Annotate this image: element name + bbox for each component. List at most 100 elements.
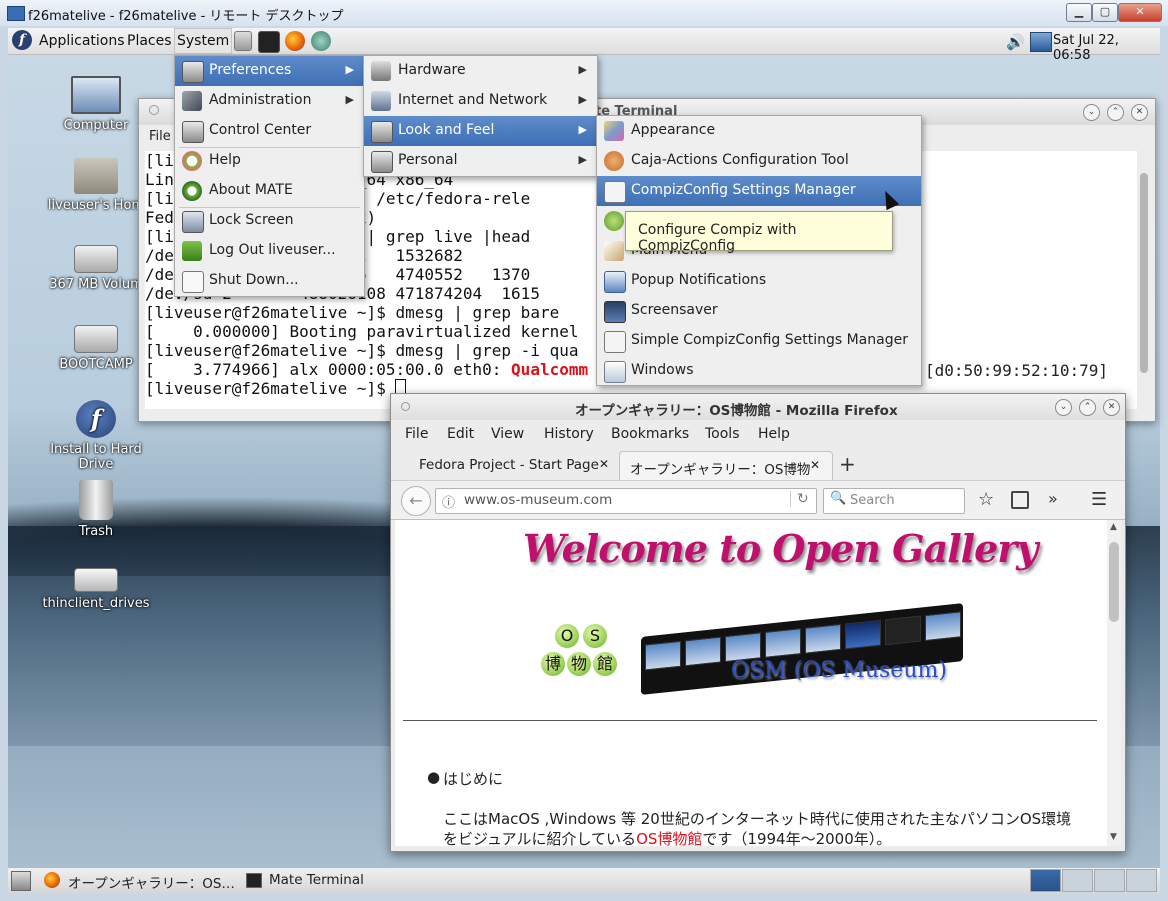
file-manager-launcher-icon[interactable] xyxy=(234,31,252,51)
terminal-launcher-icon[interactable] xyxy=(258,31,280,53)
workspace-1[interactable] xyxy=(1030,869,1061,892)
submenu-arrow-icon: ▶ xyxy=(345,93,354,106)
menu-item-look-and-feel[interactable]: Look and Feel ▶ xyxy=(364,116,597,146)
page-content: Welcome to Open Gallery O S 博 物 館 OSM (O… xyxy=(395,520,1107,846)
menu-help[interactable]: Help xyxy=(758,426,790,442)
taskbar-firefox[interactable]: オープンギャラリー：OS… xyxy=(40,870,236,892)
network-status-icon[interactable] xyxy=(1030,32,1052,52)
window-menu-icon[interactable] xyxy=(149,105,159,115)
tab-label: オープンギャラリー：OS博物 xyxy=(630,462,811,478)
tab-os-museum[interactable]: オープンギャラリー：OS博物 ✕ xyxy=(619,451,833,480)
menu-item-caja-actions[interactable]: Caja-Actions Configuration Tool xyxy=(597,146,921,176)
menu-item-popup-notifications[interactable]: Popup Notifications xyxy=(597,266,921,296)
overflow-icon[interactable]: » xyxy=(1048,489,1058,508)
menu-item-about[interactable]: About MATE xyxy=(175,176,364,206)
drive-icon xyxy=(74,245,118,273)
maximize-button[interactable]: ⌃ xyxy=(1079,399,1096,416)
library-icon[interactable] xyxy=(1011,491,1029,509)
close-button[interactable]: ✕ xyxy=(1131,104,1148,121)
clock[interactable]: Sat Jul 22, 06:58 xyxy=(1053,33,1160,63)
scroll-up-icon[interactable]: ▲ xyxy=(1110,522,1117,532)
workspace-4[interactable] xyxy=(1126,869,1157,892)
applications-menu[interactable]: Applications xyxy=(39,33,125,49)
scrollbar-thumb[interactable] xyxy=(1109,542,1119,622)
fedora-logo-icon[interactable]: f xyxy=(12,30,32,50)
terminal-menu-file[interactable]: File xyxy=(149,129,171,144)
menu-item-label: Hardware xyxy=(398,62,466,78)
system-menu[interactable]: System xyxy=(177,33,229,49)
places-menu[interactable]: Places xyxy=(127,33,172,49)
menu-item-log-out[interactable]: Log Out liveuser... xyxy=(175,236,364,266)
search-placeholder[interactable]: Search xyxy=(850,493,895,508)
menu-bookmarks[interactable]: Bookmarks xyxy=(611,426,689,442)
back-button[interactable]: ← xyxy=(401,486,431,516)
menu-item-appearance[interactable]: Appearance xyxy=(597,116,921,146)
firefox-window[interactable]: オープンギャラリー：OS博物館 - Mozilla Firefox ⌄ ⌃ ✕ … xyxy=(390,393,1126,852)
logo-letter: S xyxy=(583,624,607,648)
terminal-scrollbar[interactable] xyxy=(1137,151,1151,409)
menu-edit[interactable]: Edit xyxy=(447,426,474,442)
workspace-3[interactable] xyxy=(1094,869,1125,892)
menu-item-windows[interactable]: Windows xyxy=(597,356,921,386)
maximize-button[interactable]: ▢ xyxy=(1092,3,1118,22)
menu-item-label: Look and Feel xyxy=(398,122,495,138)
menu-item-shut-down[interactable]: Shut Down... xyxy=(175,266,364,296)
bookmark-star-icon[interactable]: ☆ xyxy=(978,489,994,510)
submenu-arrow-icon: ▶ xyxy=(578,63,587,76)
show-desktop-icon[interactable] xyxy=(11,871,31,891)
minimize-button[interactable]: ⌄ xyxy=(1083,104,1100,121)
firefox-launcher-icon[interactable] xyxy=(285,31,305,51)
menu-item-lock-screen[interactable]: Lock Screen xyxy=(175,206,364,236)
url-bar[interactable]: ⓘ www.os-museum.com ↻ xyxy=(435,488,817,514)
hamburger-menu-icon[interactable]: ☰ xyxy=(1091,489,1107,510)
menu-item-help[interactable]: Help xyxy=(175,146,364,176)
menu-item-preferences[interactable]: Preferences ▶ xyxy=(175,56,364,86)
menu-item-label: Log Out liveuser... xyxy=(209,242,336,258)
reload-icon[interactable]: ↻ xyxy=(790,491,809,507)
desktop-icon-trash[interactable]: Trash xyxy=(36,480,156,539)
screensaver-icon xyxy=(604,301,626,323)
network-icon xyxy=(371,91,391,111)
volume-icon[interactable]: 🔊 xyxy=(1006,33,1025,51)
scrollbar-thumb[interactable] xyxy=(1140,173,1148,373)
menu-item-compizconfig[interactable]: CompizConfig Settings Manager xyxy=(597,176,921,206)
tab-close-icon[interactable]: ✕ xyxy=(599,457,609,471)
menu-item-control-center[interactable]: Control Center xyxy=(175,116,364,146)
emerald-icon xyxy=(604,211,624,231)
search-bar[interactable]: 🔍 Search xyxy=(823,488,965,514)
lock-screen-icon xyxy=(182,211,204,233)
tab-close-icon[interactable]: ✕ xyxy=(810,458,820,472)
maximize-button[interactable]: ⌃ xyxy=(1107,104,1124,121)
close-button[interactable]: ✕ xyxy=(1118,3,1162,22)
page-scrollbar[interactable]: ▲ ▼ xyxy=(1107,520,1121,846)
close-button[interactable]: ✕ xyxy=(1103,399,1120,416)
menu-item-screensaver[interactable]: Screensaver xyxy=(597,296,921,326)
workspace-2[interactable] xyxy=(1062,869,1093,892)
info-icon[interactable]: ⓘ xyxy=(442,492,455,511)
menu-item-administration[interactable]: Administration ▶ xyxy=(175,86,364,116)
minimize-button[interactable]: ⌄ xyxy=(1055,399,1072,416)
menu-history[interactable]: History xyxy=(544,426,594,442)
menu-item-simple-compizconfig[interactable]: Simple CompizConfig Settings Manager xyxy=(597,326,921,356)
menu-view[interactable]: View xyxy=(491,426,524,442)
qualcomm-highlight: Qualcomm xyxy=(511,360,589,379)
os-museum-link[interactable]: OS博物館 xyxy=(636,830,702,846)
minimize-button[interactable]: ▁ xyxy=(1066,3,1092,22)
new-tab-icon[interactable]: + xyxy=(839,452,856,476)
terminal-line-prefix: [ 3.774966] alx 0000:05:00.0 eth0: xyxy=(145,360,512,379)
menu-item-label: Help xyxy=(209,152,241,168)
firefox-titlebar[interactable]: オープンギャラリー：OS博物館 - Mozilla Firefox ⌄ ⌃ ✕ xyxy=(391,394,1125,420)
tab-fedora[interactable]: Fedora Project - Start Page ✕ xyxy=(405,451,615,479)
menu-item-hardware[interactable]: Hardware ▶ xyxy=(364,56,597,86)
taskbar-terminal[interactable]: Mate Terminal xyxy=(242,870,462,891)
menu-item-internet-network[interactable]: Internet and Network ▶ xyxy=(364,86,597,116)
network-launcher-icon[interactable] xyxy=(311,31,331,51)
window-menu-icon[interactable] xyxy=(401,402,410,411)
scroll-down-icon[interactable]: ▼ xyxy=(1110,832,1117,842)
paragraph-text: をビジュアルに紹介している xyxy=(443,830,637,846)
menu-item-personal[interactable]: Personal ▶ xyxy=(364,146,597,176)
desktop-icon-thinclient[interactable]: thinclient_drives xyxy=(36,568,156,611)
menu-file[interactable]: File xyxy=(405,426,428,442)
menu-tools[interactable]: Tools xyxy=(705,426,740,442)
url-text[interactable]: www.os-museum.com xyxy=(464,492,612,508)
